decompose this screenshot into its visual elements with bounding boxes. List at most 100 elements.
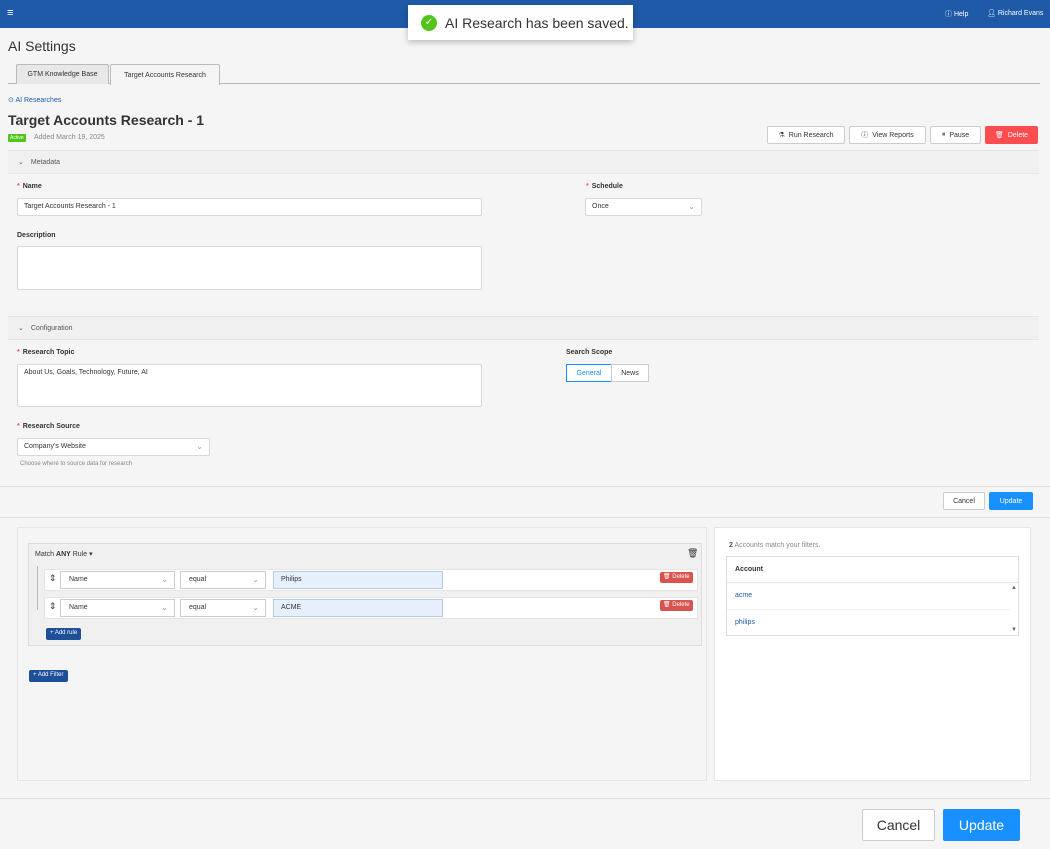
delete-button[interactable]: 🗑︎ Delete: [985, 126, 1038, 144]
chevron-down-icon: ⌄: [252, 603, 259, 612]
research-source-label-text: Research Source: [22, 423, 80, 430]
rule-field-select[interactable]: Name ⌄: [60, 599, 175, 617]
chevron-down-icon: ⌄: [18, 159, 24, 166]
account-row[interactable]: acme: [727, 583, 1010, 610]
rule-field-value: Name: [69, 604, 88, 611]
match-mode: ANY: [56, 551, 71, 558]
update-button[interactable]: Update: [943, 809, 1020, 841]
rule-group: Match ANY Rule ▾ 🗑︎: [28, 543, 702, 646]
configuration-section-header[interactable]: ⌄ Configuration: [8, 316, 1039, 340]
tab-gtm-knowledge-base[interactable]: GTM Knowledge Base: [16, 64, 109, 84]
configuration-header-label: Configuration: [30, 324, 73, 332]
toast-message: AI Research has been saved.: [445, 14, 629, 31]
pause-button[interactable]: ⏸︎ Pause: [930, 126, 981, 144]
add-filter-button[interactable]: + Add Filter: [29, 670, 68, 682]
rule-connector: [37, 566, 38, 610]
rule-delete-button[interactable]: 🗑︎ Delete: [660, 600, 693, 611]
match-rule-dropdown[interactable]: Match ANY Rule ▾: [35, 550, 93, 558]
trash-icon[interactable]: 🗑︎: [687, 548, 698, 559]
cancel-button-mid[interactable]: Cancel: [943, 492, 985, 510]
rule-field-select[interactable]: Name ⌄: [60, 571, 175, 589]
accounts-match-text: Accounts match your filters.: [734, 542, 821, 549]
accounts-count: 2: [729, 542, 733, 549]
pause-icon: ⏸︎: [941, 131, 946, 138]
metadata-section-header[interactable]: ⌄ Metadata: [8, 150, 1039, 174]
name-input[interactable]: Target Accounts Research - 1: [17, 198, 482, 216]
pause-label: Pause: [949, 131, 970, 139]
chevron-down-icon: ⌄: [161, 603, 168, 612]
name-label: * Name: [17, 183, 42, 190]
scope-general-button[interactable]: General: [566, 364, 612, 382]
research-topic-label-text: Research Topic: [22, 349, 75, 356]
flask-icon: ⚗: [778, 132, 785, 139]
rule-delete-label: Delete: [672, 574, 690, 580]
research-topic-label: * Research Topic: [17, 349, 75, 356]
added-date: Added March 19, 2025: [34, 134, 105, 141]
chevron-down-icon: ⌄: [161, 575, 168, 584]
schedule-label-text: Schedule: [591, 183, 623, 190]
research-source-value: Company's Website: [24, 443, 86, 450]
scope-news-button[interactable]: News: [611, 364, 649, 382]
account-row[interactable]: philips: [727, 610, 1010, 636]
match-suffix: Rule: [72, 551, 88, 558]
rule-value-input[interactable]: Philips: [273, 571, 443, 589]
trash-icon: 🗑︎: [994, 132, 1004, 139]
name-label-text: Name: [22, 183, 42, 190]
rule-value-input[interactable]: ACME: [273, 599, 443, 617]
account-column-header: Account: [727, 557, 1018, 583]
research-source-select[interactable]: Company's Website ⌄: [17, 438, 210, 456]
metadata-header-label: Metadata: [30, 158, 61, 166]
scroll-up-icon[interactable]: ▲: [1011, 585, 1017, 591]
rule-row: ⇕ Name ⌄ equal ⌄ ACME 🗑︎ Delete: [44, 597, 698, 619]
user-name: Richard Evans: [997, 10, 1044, 17]
match-prefix: Match: [35, 551, 55, 558]
user-menu[interactable]: 👤︎ Richard Evans: [987, 9, 1043, 17]
help-link[interactable]: ⓘ Help: [945, 9, 968, 19]
rule-field-value: Name: [69, 576, 88, 583]
rule-operator-value: equal: [189, 604, 207, 611]
rule-operator-select[interactable]: equal ⌄: [180, 599, 266, 617]
chevron-down-icon: ⌄: [18, 325, 24, 332]
delete-label: Delete: [1007, 131, 1029, 139]
tab-target-accounts-research[interactable]: Target Accounts Research: [110, 64, 220, 85]
info-icon: ⓘ: [861, 132, 869, 139]
run-research-button[interactable]: ⚗ Run Research: [767, 126, 845, 144]
add-rule-button[interactable]: + Add rule: [46, 628, 82, 640]
drag-handle-icon[interactable]: ⇕: [49, 601, 57, 612]
rule-delete-button[interactable]: 🗑︎ Delete: [660, 572, 693, 583]
scroll-down-icon[interactable]: ▼: [1011, 627, 1017, 633]
chevron-down-icon: ⌄: [688, 202, 695, 211]
run-research-label: Run Research: [788, 131, 834, 139]
update-button-mid[interactable]: Update: [989, 492, 1033, 510]
rule-operator-value: equal: [189, 576, 207, 583]
hamburger-icon[interactable]: ≡: [7, 8, 13, 19]
check-circle-icon: ✓: [421, 14, 437, 31]
cancel-button[interactable]: Cancel: [862, 809, 935, 841]
status-badge: Active: [8, 134, 26, 142]
help-label: Help: [953, 11, 969, 18]
tab-label: Target Accounts Research: [124, 71, 206, 79]
rule-delete-label: Delete: [672, 602, 690, 608]
rule-operator-select[interactable]: equal ⌄: [180, 571, 266, 589]
tab-label: GTM Knowledge Base: [27, 71, 98, 78]
chevron-down-icon: ⌄: [252, 575, 259, 584]
research-title: Target Accounts Research - 1: [8, 112, 205, 128]
view-reports-button[interactable]: ⓘ View Reports: [849, 126, 926, 144]
chevron-down-icon: ⌄: [196, 442, 203, 451]
settings-tabs: GTM Knowledge Base Target Accounts Resea…: [8, 63, 1040, 85]
drag-handle-icon[interactable]: ⇕: [49, 573, 57, 584]
schedule-select[interactable]: Once ⌄: [585, 198, 702, 216]
search-scope-label: Search Scope: [566, 349, 613, 356]
page-title: AI Settings: [8, 38, 76, 54]
schedule-value: Once: [592, 203, 609, 210]
success-toast: ✓ AI Research has been saved.: [408, 5, 633, 40]
description-label: Description: [17, 232, 56, 239]
rule-row: ⇕ Name ⌄ equal ⌄ Philips 🗑︎ Delete: [44, 569, 698, 591]
research-source-label: * Research Source: [17, 423, 80, 430]
research-topic-textarea[interactable]: About Us, Goals, Technology, Future, AI: [17, 364, 482, 407]
view-reports-label: View Reports: [872, 131, 914, 139]
description-textarea[interactable]: [17, 246, 482, 290]
accounts-table: Account acme philips ▲ ▼: [726, 556, 1019, 636]
form-action-strip: [0, 486, 1050, 518]
back-link[interactable]: ⊙ AI Researches: [8, 96, 61, 104]
